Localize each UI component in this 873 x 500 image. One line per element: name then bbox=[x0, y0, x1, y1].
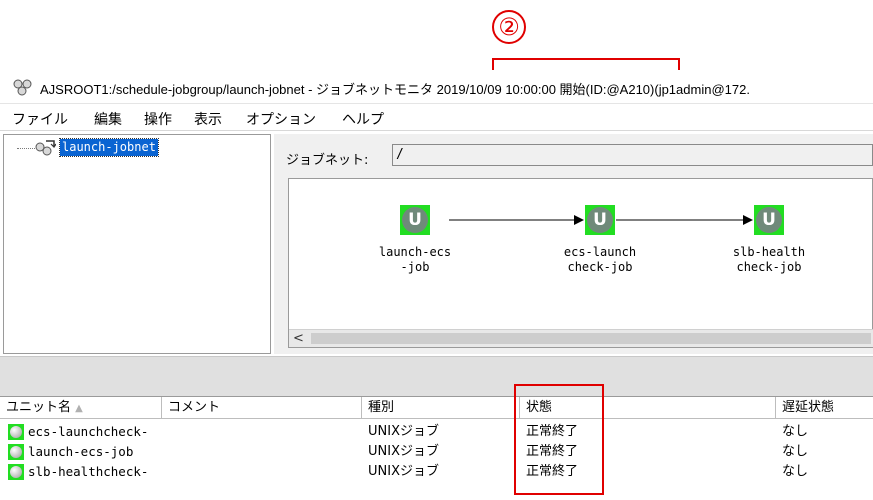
job-label-slb-health-check-job: slb-health check-job bbox=[732, 245, 806, 274]
menu-file[interactable]: ファイル bbox=[12, 109, 68, 129]
unix-job-icon: U bbox=[587, 207, 613, 233]
table-row[interactable]: ecs-launchcheck- UNIXジョブ 正常終了 なし bbox=[0, 422, 873, 442]
cell-delay-status: なし bbox=[782, 464, 809, 479]
status-normal-end-icon bbox=[8, 464, 24, 480]
scroll-left-arrow-icon[interactable]: < bbox=[293, 331, 304, 346]
jobnet-map-canvas[interactable]: U launch-ecs -job U ecs-launch check-job U… bbox=[288, 178, 873, 348]
unix-job-icon: U bbox=[756, 207, 782, 233]
status-normal-end-icon bbox=[8, 444, 24, 460]
job-label-ecs-launch-check-job: ecs-launch check-job bbox=[563, 245, 637, 274]
jobnet-tree-icon bbox=[34, 139, 57, 157]
horizontal-scrollbar[interactable]: < bbox=[289, 329, 873, 347]
job-icon-ecs-launch-check-job[interactable]: U bbox=[585, 205, 615, 235]
cell-unit-name: launch-ecs-job bbox=[28, 444, 134, 459]
job-icon-launch-ecs-job[interactable]: U bbox=[400, 205, 430, 235]
callout-box-status bbox=[514, 384, 604, 495]
menu-help[interactable]: ヘルプ bbox=[342, 109, 384, 129]
job-label-launch-ecs-job: launch-ecs -job bbox=[378, 245, 452, 274]
title-bar: AJSROOT1:/schedule-jobgroup/launch-jobne… bbox=[0, 70, 873, 104]
job-icon-slb-health-check-job[interactable]: U bbox=[754, 205, 784, 235]
unit-list: ユニット名 ▲ コメント 種別 状態 遅延状態 ecs-launchcheck-… bbox=[0, 396, 873, 500]
jobnet-path-label: ジョブネット: bbox=[286, 153, 369, 168]
jobnet-map-pane: ジョブネット: / U launch-ecs -job U ecs-launch c… bbox=[274, 134, 873, 354]
menu-bar: ファイル 編集 操作 表示 オプション ヘルプ bbox=[0, 104, 873, 131]
column-header-delay-status[interactable]: 遅延状態 bbox=[776, 397, 873, 419]
cell-type: UNIXジョブ bbox=[368, 464, 439, 479]
column-header-unit-name[interactable]: ユニット名 ▲ bbox=[0, 397, 162, 419]
table-row[interactable]: launch-ecs-job UNIXジョブ 正常終了 なし bbox=[0, 442, 873, 462]
menu-edit[interactable]: 編集 bbox=[94, 109, 122, 129]
cell-unit-name: ecs-launchcheck- bbox=[28, 424, 149, 439]
tree-connector bbox=[17, 148, 35, 149]
unix-job-icon: U bbox=[402, 207, 428, 233]
tree-pane[interactable]: launch-jobnet bbox=[3, 134, 271, 354]
jobnet-app-icon bbox=[12, 78, 34, 96]
menu-options[interactable]: オプション bbox=[246, 109, 316, 129]
cell-type: UNIXジョブ bbox=[368, 424, 439, 439]
pane-splitter[interactable] bbox=[0, 356, 873, 396]
cell-type: UNIXジョブ bbox=[368, 444, 439, 459]
jobnet-path-field[interactable]: / bbox=[392, 144, 873, 166]
cell-unit-name: slb-healthcheck- bbox=[28, 464, 149, 479]
cell-delay-status: なし bbox=[782, 444, 809, 459]
sort-ascending-icon: ▲ bbox=[75, 403, 83, 414]
column-header-comment[interactable]: コメント bbox=[162, 397, 362, 419]
cell-delay-status: なし bbox=[782, 424, 809, 439]
callout-2: ② bbox=[492, 10, 526, 44]
scrollbar-thumb[interactable] bbox=[311, 333, 871, 344]
tree-item-launch-jobnet[interactable]: launch-jobnet bbox=[59, 138, 159, 157]
column-header-type[interactable]: 種別 bbox=[362, 397, 520, 419]
menu-view[interactable]: 表示 bbox=[194, 109, 222, 129]
menu-operation[interactable]: 操作 bbox=[144, 109, 172, 129]
status-normal-end-icon bbox=[8, 424, 24, 440]
table-row[interactable]: slb-healthcheck- UNIXジョブ 正常終了 なし bbox=[0, 462, 873, 482]
window-title: AJSROOT1:/schedule-jobgroup/launch-jobne… bbox=[40, 82, 750, 97]
